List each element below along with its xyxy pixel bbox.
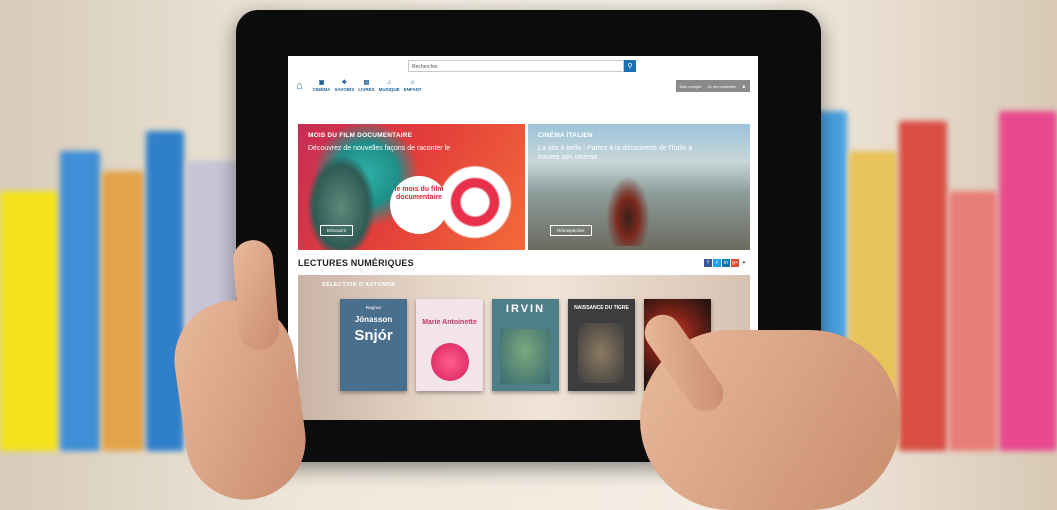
section-title: Lectures numériques [298, 258, 414, 268]
nav-item-label: Savoirs [334, 87, 355, 92]
hero-documentary[interactable]: Mois du film documentaire Découvrez de n… [298, 124, 525, 250]
search-input[interactable]: Rechercher [408, 60, 624, 72]
book-title: Irvin [505, 303, 546, 315]
hero-button[interactable]: Découvrir [320, 225, 354, 236]
savoirs-icon: ❖ [341, 80, 348, 86]
blurred-book [0, 191, 58, 451]
book-author: Ragnar [365, 305, 382, 310]
documentary-badge: le mois du film documentaire [390, 176, 448, 234]
book-cover[interactable]: Marie Antoinette [416, 299, 483, 391]
nav-item-label: Musique [378, 87, 400, 92]
nav-item-label: Enfant [403, 87, 422, 92]
book-cover[interactable]: Ragnar Jónasson Snjór [340, 299, 407, 391]
book-title: Marie Antoinette [422, 319, 477, 326]
blurred-book [146, 131, 184, 451]
book-title: Naissance du tigre [574, 305, 629, 311]
search-button[interactable]: ⚲ [624, 60, 636, 72]
blurred-book [899, 121, 947, 451]
hero-italian-cinema[interactable]: Cinéma italien La vita è bella ! Partez … [528, 124, 750, 250]
hero-title: Mois du film documentaire [308, 132, 413, 139]
login-link[interactable]: Je me connecte [708, 84, 736, 89]
fan-image [431, 343, 469, 381]
search-icon: ⚲ [627, 63, 633, 70]
figures-image [578, 323, 624, 383]
book-title: Jónasson [354, 315, 393, 324]
nav-item-label: Cinéma [312, 87, 331, 92]
child-icon: ☺ [409, 80, 416, 86]
film-icon: ▣ [318, 80, 325, 86]
carousel-label: Sélection d'automne [322, 282, 396, 288]
nav-item-livres[interactable]: ▤ Livres [358, 80, 374, 92]
share-buttons: f t in g+ ✦ [704, 259, 748, 267]
book-cover[interactable]: Irvin [492, 299, 559, 391]
nav-item-musique[interactable]: ♫ Musique [379, 80, 400, 92]
hero-scooter-image [606, 176, 650, 246]
share-icon[interactable]: ✦ [740, 259, 748, 267]
facebook-icon[interactable]: f [704, 259, 712, 267]
hero-title: Cinéma italien [538, 132, 593, 139]
nav-item-enfant[interactable]: ☺ Enfant [404, 80, 422, 92]
hero-subtitle: La vita è bella ! Partez à la découverte… [538, 145, 693, 161]
twitter-icon[interactable]: t [713, 259, 721, 267]
account-link[interactable]: Mon compte [680, 84, 702, 89]
hero-subtitle: Découvrez de nouvelles façons de raconte… [308, 145, 451, 152]
book-title: Snjór [354, 327, 393, 344]
nav-item-savoirs[interactable]: ❖ Savoirs [334, 80, 354, 92]
user-icon[interactable]: ☻ [742, 84, 746, 89]
blurred-book [102, 171, 144, 451]
main-nav: ⌂ ▣ Cinéma ❖ Savoirs ▤ Livres ♫ Musique … [296, 80, 422, 92]
home-icon[interactable]: ⌂ [296, 80, 303, 92]
music-icon: ♫ [386, 80, 392, 86]
book-cover[interactable]: Naissance du tigre [568, 299, 635, 391]
blurred-book [60, 151, 100, 451]
user-bar: Mon compte Je me connecte ☻ [675, 80, 750, 92]
blurred-book [999, 111, 1057, 451]
google-plus-icon[interactable]: g+ [731, 259, 739, 267]
tree-image [500, 329, 550, 384]
nav-item-label: Livres [358, 87, 375, 92]
nav-item-cinema[interactable]: ▣ Cinéma [313, 80, 331, 92]
search-bar: Rechercher ⚲ [408, 60, 636, 72]
book-icon: ▤ [363, 80, 370, 86]
blurred-book [949, 191, 997, 451]
linkedin-icon[interactable]: in [722, 259, 730, 267]
hero-button[interactable]: Rétrospective [550, 225, 592, 236]
